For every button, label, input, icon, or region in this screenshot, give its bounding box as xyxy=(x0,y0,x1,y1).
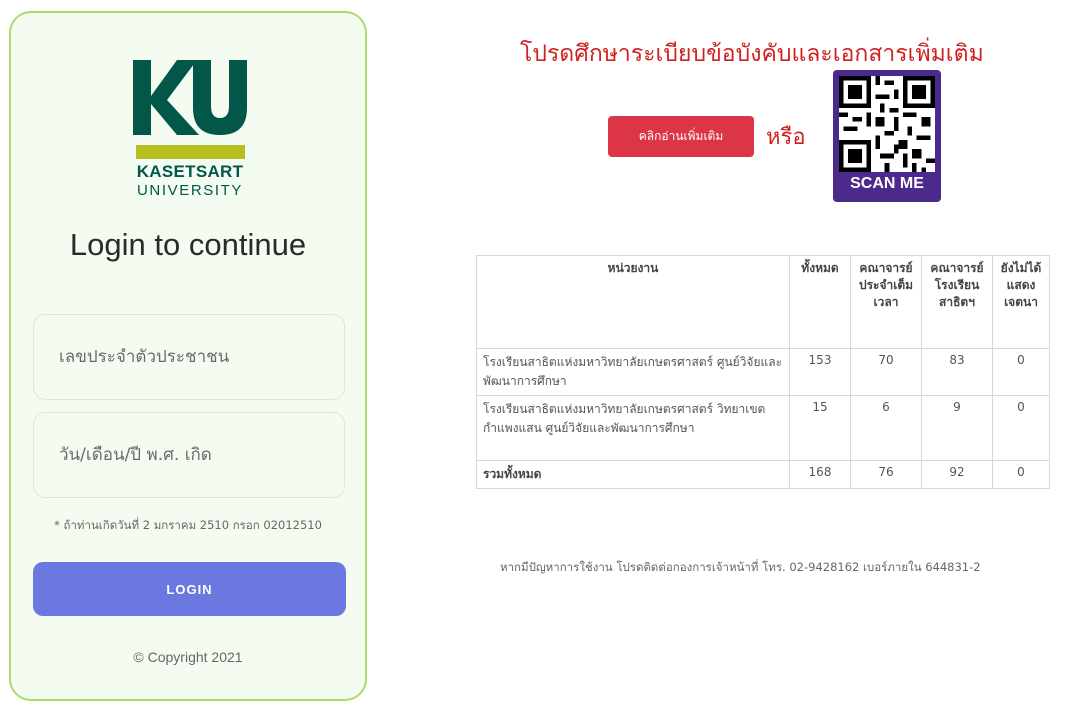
or-label: หรือ xyxy=(766,125,806,150)
total-cell: 153 xyxy=(789,348,851,396)
logo-sub: UNIVERSITY xyxy=(136,182,243,199)
contact-info: หากมีปัญหาการใช้งาน โปรดติดต่อกองการเจ้า… xyxy=(500,560,981,574)
summary-total: 168 xyxy=(789,460,851,489)
qr-label: SCAN ME xyxy=(850,175,924,192)
header-fulltime: คณาจารย์ประจำเต็มเวลา xyxy=(850,255,922,349)
summary-label: รวมทั้งหมด xyxy=(476,460,790,489)
table-header-row: หน่วยงาน ทั้งหมด คณาจารย์ประจำเต็มเวลา ค… xyxy=(476,255,1050,349)
summary-demo: 92 xyxy=(921,460,993,489)
unit-cell: โรงเรียนสาธิตแห่งมหาวิทยาลัยเกษตรศาสตร์ … xyxy=(476,395,790,461)
notice-headline: โปรดศึกษาระเบียบข้อบังคับและเอกสารเพิ่มเ… xyxy=(520,41,984,67)
logo-bar xyxy=(136,145,245,159)
login-card: KASETSART UNIVERSITY Login to continue *… xyxy=(9,11,367,701)
pending-cell: 0 xyxy=(992,348,1050,396)
login-button[interactable]: LOGIN xyxy=(33,562,346,616)
read-more-button[interactable]: คลิกอ่านเพิ่มเติม xyxy=(608,116,754,157)
ku-logo-mark xyxy=(133,60,247,135)
stats-table: หน่วยงาน ทั้งหมด คณาจารย์ประจำเต็มเวลา ค… xyxy=(476,255,1050,489)
logo-name: KASETSART xyxy=(136,162,244,181)
fulltime-cell: 70 xyxy=(850,348,922,396)
demo-cell: 83 xyxy=(921,348,993,396)
birth-date-input[interactable] xyxy=(33,412,345,498)
table-row: โรงเรียนสาธิตแห่งมหาวิทยาลัยเกษตรศาสตร์ … xyxy=(476,395,1050,461)
qr-icon xyxy=(839,76,935,172)
header-pending: ยังไม่ได้แสดงเจตนา xyxy=(992,255,1050,349)
summary-pending: 0 xyxy=(992,460,1050,489)
pending-cell: 0 xyxy=(992,395,1050,461)
total-cell: 15 xyxy=(789,395,851,461)
birth-date-hint: * ถ้าท่านเกิดวันที่ 2 มกราคม 2510 กรอก 0… xyxy=(54,518,322,532)
summary-fulltime: 76 xyxy=(850,460,922,489)
summary-row: รวมทั้งหมด 168 76 92 0 xyxy=(476,460,1050,489)
header-unit: หน่วยงาน xyxy=(476,255,790,349)
copyright: © Copyright 2021 xyxy=(133,649,243,665)
table-row: โรงเรียนสาธิตแห่งมหาวิทยาลัยเกษตรศาสตร์ … xyxy=(476,348,1050,396)
demo-cell: 9 xyxy=(921,395,993,461)
ku-logo: KASETSART UNIVERSITY xyxy=(133,60,247,220)
qr-code[interactable]: SCAN ME xyxy=(833,70,941,202)
unit-cell: โรงเรียนสาธิตแห่งมหาวิทยาลัยเกษตรศาสตร์ … xyxy=(476,348,790,396)
fulltime-cell: 6 xyxy=(850,395,922,461)
login-title: Login to continue xyxy=(69,227,307,262)
citizen-id-input[interactable] xyxy=(33,314,345,400)
header-total: ทั้งหมด xyxy=(789,255,851,349)
header-demo: คณาจารย์โรงเรียนสาธิตฯ xyxy=(921,255,993,349)
